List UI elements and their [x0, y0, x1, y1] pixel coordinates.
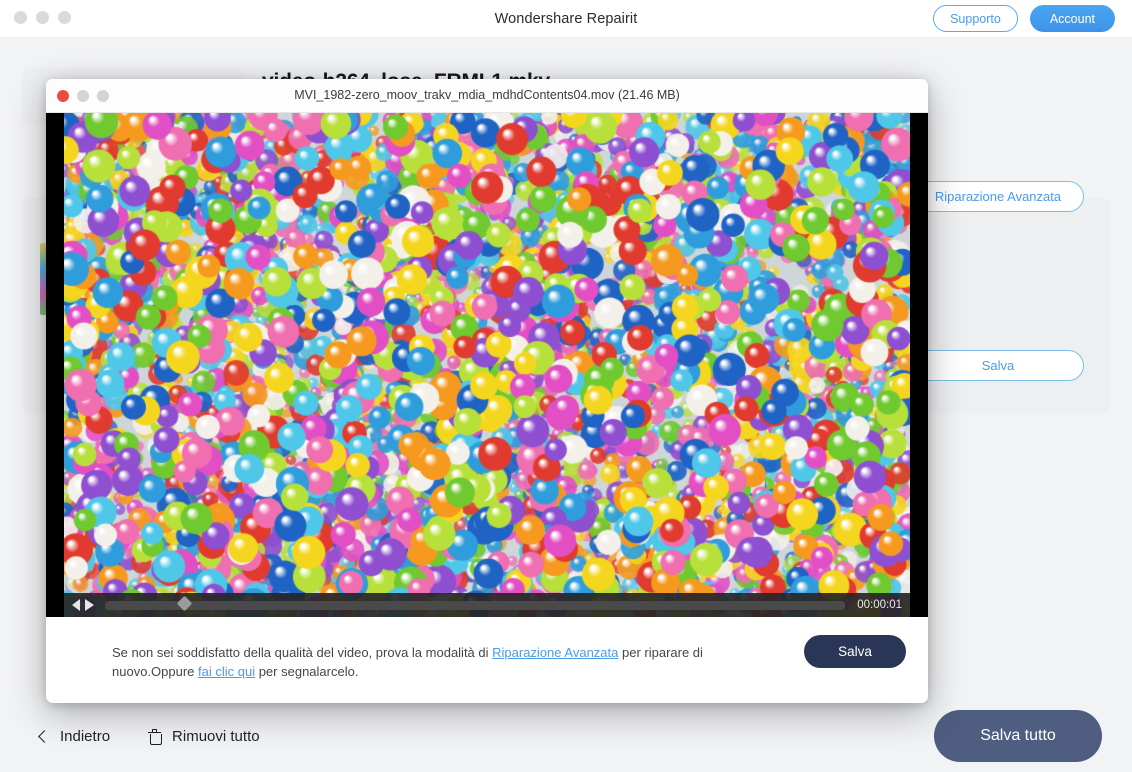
- back-label: Indietro: [60, 727, 111, 745]
- save-all-button[interactable]: Salva tutto: [934, 710, 1102, 762]
- modal-title: MVI_1982-zero_moov_trakv_mdia_mdhdConten…: [294, 88, 680, 102]
- app-root: Wondershare Repairit Supporto Account vi…: [0, 0, 1132, 772]
- background-advanced-repair-button[interactable]: Riparazione Avanzata: [912, 181, 1084, 212]
- back-button[interactable]: Indietro: [38, 727, 111, 745]
- modal-footer: Se non sei soddisfatto della qualità del…: [46, 617, 928, 703]
- previous-icon[interactable]: [72, 599, 80, 611]
- account-button[interactable]: Account: [1029, 5, 1115, 32]
- remove-all-button[interactable]: Rimuovi tutto: [148, 728, 260, 745]
- modal-titlebar: MVI_1982-zero_moov_trakv_mdia_mdhdConten…: [46, 79, 928, 113]
- bottom-toolbar: Indietro Rimuovi tutto Salva tutto: [0, 700, 1132, 772]
- trash-icon: [148, 728, 162, 745]
- video-time-display: 00:00:01: [857, 599, 902, 611]
- footer-text-part3: per segnalarcelo.: [255, 664, 359, 679]
- background-save-button[interactable]: Salva: [912, 350, 1084, 381]
- remove-all-label: Rimuovi tutto: [172, 727, 260, 745]
- chevron-left-icon: [38, 729, 51, 743]
- header-actions: Supporto Account: [933, 5, 1115, 32]
- video-still-image: [64, 113, 910, 617]
- video-preview-modal: MVI_1982-zero_moov_trakv_mdia_mdhdConten…: [46, 79, 928, 703]
- video-frame: [64, 113, 910, 617]
- report-issue-link[interactable]: fai clic qui: [198, 664, 255, 679]
- modal-footer-text: Se non sei soddisfatto della qualità del…: [112, 643, 712, 681]
- support-button[interactable]: Supporto: [933, 5, 1018, 32]
- scrubber-handle[interactable]: [176, 595, 193, 612]
- video-scrubber[interactable]: [105, 595, 846, 612]
- video-controls: 00:00:01: [64, 593, 910, 617]
- modal-save-button[interactable]: Salva: [804, 635, 906, 668]
- bottom-toolbar-left: Indietro Rimuovi tutto: [38, 727, 260, 745]
- advanced-repair-link[interactable]: Riparazione Avanzata: [492, 645, 618, 660]
- footer-text-part1: Se non sei soddisfatto della qualità del…: [112, 645, 493, 660]
- window-titlebar: Wondershare Repairit Supporto Account: [0, 0, 1132, 38]
- video-player[interactable]: 00:00:01: [46, 113, 928, 617]
- play-icon[interactable]: [85, 599, 94, 611]
